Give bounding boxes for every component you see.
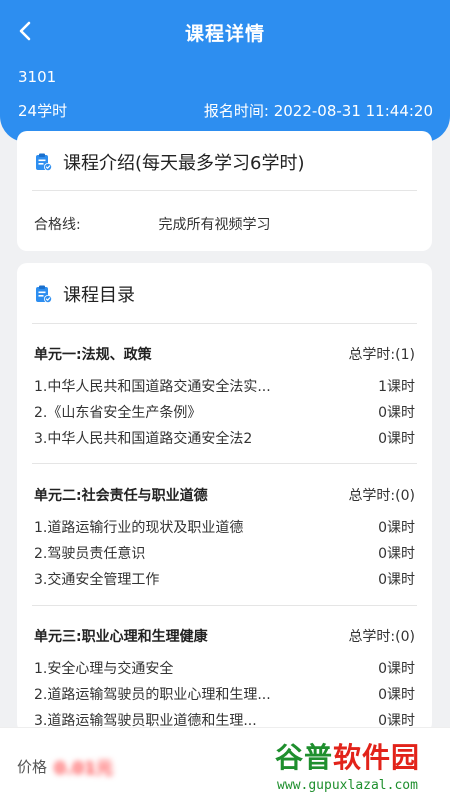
- lesson-hours: 0课时: [378, 661, 415, 677]
- lesson-name: 3.中华人民共和国道路交通安全法2: [34, 431, 253, 447]
- pass-line-row: 合格线: 完成所有视频学习: [34, 214, 270, 234]
- divider: [32, 463, 417, 464]
- lesson-hours: 0课时: [378, 431, 415, 447]
- enroll-time-label: 报名时间:: [203, 102, 269, 120]
- catalog-header: 课程目录: [33, 279, 135, 309]
- lesson-item[interactable]: 1.中华人民共和国道路交通安全法实... 1课时: [34, 373, 415, 399]
- course-code: 3101: [18, 68, 57, 86]
- clipboard-check-icon: [33, 152, 53, 172]
- unit-section: 单元三:职业心理和生理健康 总学时:(0) 1.安全心理与交通安全 0课时 2.…: [34, 625, 415, 733]
- lesson-hours: 0课时: [378, 520, 415, 536]
- bottom-bar: 价格 0.01元 谷普 软件园 www.gupuxlazal.com: [0, 727, 450, 800]
- watermark-brand-b: 软件园: [333, 740, 421, 774]
- unit-header: 单元三:职业心理和生理健康 总学时:(0): [34, 625, 415, 647]
- lesson-name: 2.《山东省安全生产条例》: [34, 405, 202, 421]
- watermark-logo: 谷普 软件园 www.gupuxlazal.com: [245, 728, 450, 800]
- unit-title: 单元三:职业心理和生理健康: [34, 629, 208, 645]
- enroll-time-value: 2022-08-31 11:44:20: [273, 102, 433, 120]
- lesson-item[interactable]: 1.安全心理与交通安全 0课时: [34, 655, 415, 681]
- lesson-item[interactable]: 2.道路运输驾驶员的职业心理和生理... 0课时: [34, 681, 415, 707]
- unit-header: 单元一:法规、政策 总学时:(1): [34, 343, 415, 365]
- lesson-item[interactable]: 2.《山东省安全生产条例》 0课时: [34, 399, 415, 425]
- divider: [32, 323, 417, 324]
- header: 课程详情 3101 24学时 报名时间: 2022-08-31 11:44:20: [0, 0, 450, 142]
- catalog-title: 课程目录: [63, 285, 135, 306]
- pass-line-label: 合格线:: [34, 217, 81, 233]
- lesson-name: 1.安全心理与交通安全: [34, 661, 174, 677]
- unit-section: 单元一:法规、政策 总学时:(1) 1.中华人民共和国道路交通安全法实... 1…: [34, 343, 415, 451]
- lesson-name: 1.中华人民共和国道路交通安全法实...: [34, 379, 271, 395]
- course-intro-card: 课程介绍(每天最多学习6学时) 合格线: 完成所有视频学习: [17, 131, 432, 251]
- intro-title: 课程介绍(每天最多学习6学时): [63, 153, 305, 174]
- unit-title: 单元二:社会责任与职业道德: [34, 488, 208, 504]
- divider: [32, 190, 417, 191]
- course-catalog-card: 课程目录 单元一:法规、政策 总学时:(1) 1.中华人民共和国道路交通安全法实…: [17, 263, 432, 733]
- lesson-item[interactable]: 2.驾驶员责任意识 0课时: [34, 540, 415, 566]
- lesson-hours: 1课时: [378, 379, 415, 395]
- page-title: 课程详情: [184, 23, 265, 45]
- lesson-name: 3.交通安全管理工作: [34, 572, 160, 588]
- lesson-hours: 0课时: [378, 572, 415, 588]
- lesson-item[interactable]: 3.交通安全管理工作 0课时: [34, 566, 415, 592]
- watermark-brand: 谷普 软件园: [275, 736, 420, 776]
- nav-bar: 课程详情: [0, 0, 450, 64]
- clipboard-check-icon: [33, 284, 53, 304]
- divider: [32, 605, 417, 606]
- watermark-url: www.gupuxlazal.com: [277, 777, 418, 793]
- watermark-brand-a: 谷普: [274, 740, 333, 774]
- lesson-hours: 0课时: [378, 546, 415, 562]
- lesson-name: 2.道路运输驾驶员的职业心理和生理...: [34, 687, 271, 703]
- course-detail-screen: 课程详情 3101 24学时 报名时间: 2022-08-31 11:44:20: [0, 0, 450, 800]
- unit-section: 单元二:社会责任与职业道德 总学时:(0) 1.道路运输行业的现状及职业道德 0…: [34, 484, 415, 592]
- lesson-item[interactable]: 1.道路运输行业的现状及职业道德 0课时: [34, 514, 415, 540]
- price-label: 价格: [17, 758, 48, 776]
- unit-total-hours: 总学时:(0): [348, 629, 415, 645]
- lesson-name: 1.道路运输行业的现状及职业道德: [34, 520, 244, 536]
- lesson-name: 2.驾驶员责任意识: [34, 546, 146, 562]
- unit-header: 单元二:社会责任与职业道德 总学时:(0): [34, 484, 415, 506]
- unit-total-hours: 总学时:(1): [348, 347, 415, 363]
- unit-total-hours: 总学时:(0): [348, 488, 415, 504]
- intro-header: 课程介绍(每天最多学习6学时): [33, 147, 305, 177]
- lesson-hours: 0课时: [378, 687, 415, 703]
- unit-title: 单元一:法规、政策: [34, 347, 152, 363]
- enroll-time: 报名时间: 2022-08-31 11:44:20: [204, 100, 433, 121]
- pass-line-value: 完成所有视频学习: [158, 217, 271, 233]
- course-hours: 24学时: [18, 102, 68, 120]
- lesson-hours: 0课时: [378, 405, 415, 421]
- lesson-item[interactable]: 3.中华人民共和国道路交通安全法2 0课时: [34, 425, 415, 451]
- price-value: 0.01元: [54, 759, 113, 779]
